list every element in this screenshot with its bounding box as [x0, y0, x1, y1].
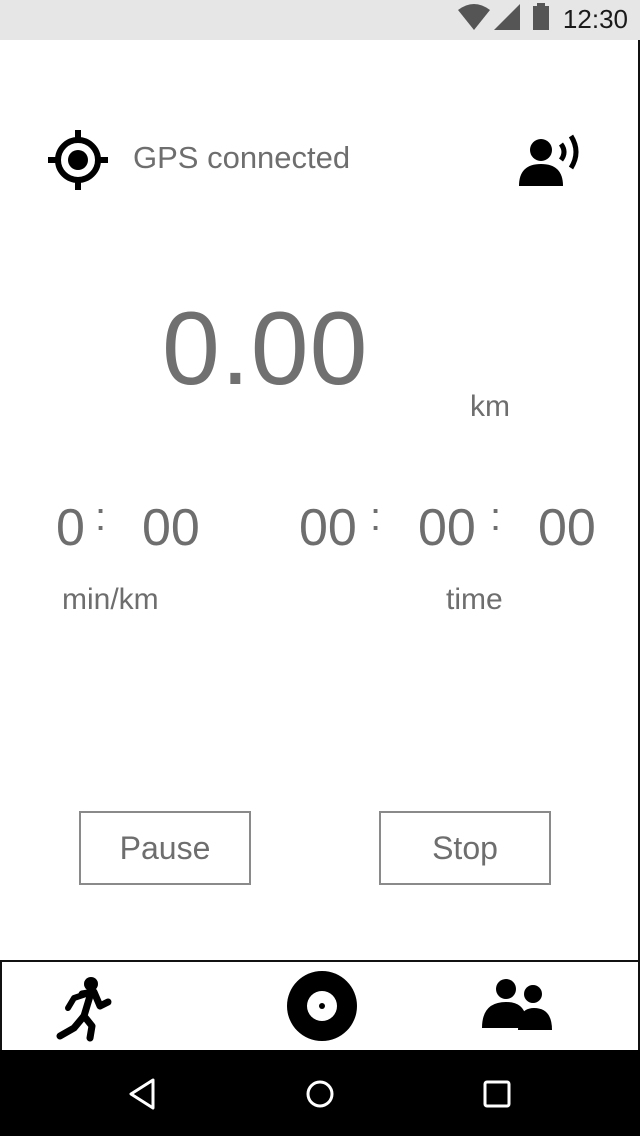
tab-bar — [0, 960, 640, 1052]
record-icon — [287, 971, 357, 1041]
home-icon[interactable] — [296, 1070, 344, 1118]
wifi-icon — [458, 4, 490, 30]
elapsed-minutes: 00 — [418, 499, 476, 557]
elapsed-label: time — [446, 583, 503, 616]
pace-minutes: 0 — [56, 499, 85, 557]
elapsed-separator-1: : — [370, 495, 382, 539]
pace-label: min/km — [62, 583, 159, 616]
pace-separator: : — [95, 495, 107, 539]
distance-unit: km — [470, 390, 510, 423]
back-icon[interactable] — [119, 1070, 167, 1118]
pace-seconds: 00 — [142, 499, 200, 557]
tab-running[interactable] — [42, 962, 132, 1050]
friends-icon — [482, 979, 552, 1030]
recents-icon[interactable] — [473, 1070, 521, 1118]
voice-guidance-icon[interactable] — [515, 130, 587, 190]
elapsed-separator-2: : — [490, 495, 502, 539]
distance-value: 0.00 — [162, 291, 369, 407]
status-time: 12:30 — [562, 4, 628, 34]
system-nav-bar — [0, 1050, 640, 1136]
signal-icon — [494, 4, 520, 30]
pause-button[interactable]: Pause — [79, 811, 251, 885]
tab-record[interactable] — [272, 962, 372, 1050]
tab-friends[interactable] — [472, 962, 562, 1050]
running-icon — [56, 977, 112, 1042]
elapsed-seconds: 00 — [538, 499, 596, 557]
gps-status-label: GPS connected — [133, 140, 351, 175]
elapsed-hours: 00 — [299, 499, 357, 557]
battery-icon — [533, 3, 549, 30]
gps-crosshair-icon — [48, 130, 108, 190]
gps-status-row: GPS connected — [0, 120, 640, 200]
status-bar: 12:30 — [0, 0, 640, 40]
stop-button[interactable]: Stop — [379, 811, 551, 885]
